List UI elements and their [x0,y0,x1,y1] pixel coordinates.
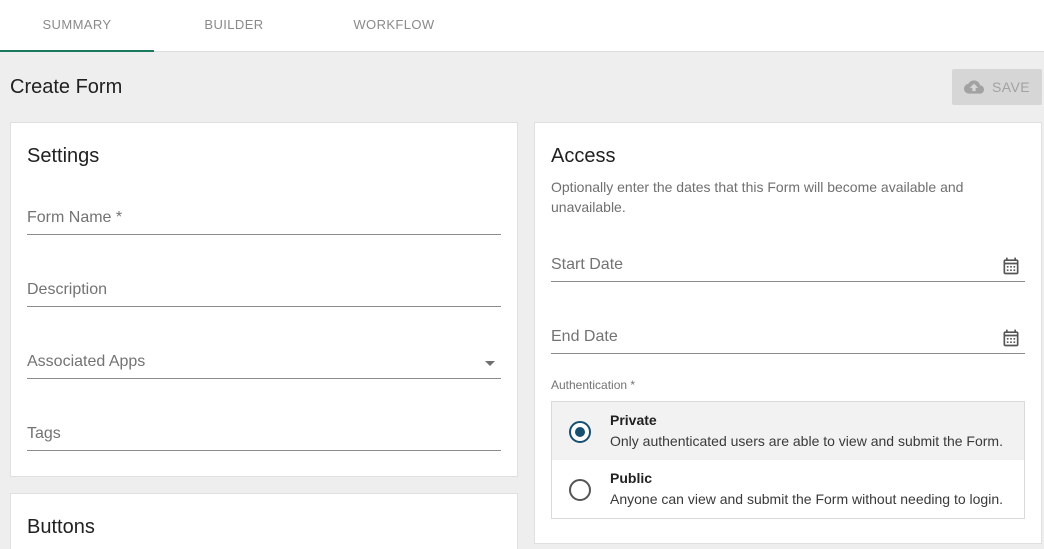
dropdown-arrow-icon[interactable] [485,361,495,366]
access-help-text: Optionally enter the dates that this For… [551,179,964,215]
buttons-title: Buttons [27,516,95,538]
tab-summary[interactable]: SUMMARY [0,0,154,52]
public-option-title: Public [610,470,653,486]
settings-card: Settings Form Name * Description Associa… [10,122,518,477]
save-button[interactable]: SAVE [952,69,1042,105]
tab-workflow[interactable]: WORKFLOW [317,0,471,52]
calendar-icon[interactable] [1001,328,1021,348]
authentication-radio-group: Private Only authenticated users are abl… [551,401,1025,519]
settings-title: Settings [27,145,100,167]
tags-field[interactable]: Tags [27,417,501,451]
radio-button-private[interactable] [569,421,591,443]
access-title: Access [551,145,616,167]
form-name-field[interactable]: Form Name * [27,201,501,235]
cloud-upload-icon [964,80,985,94]
associated-apps-select[interactable]: Associated Apps [27,345,501,379]
associated-apps-label: Associated Apps [27,353,146,370]
save-button-label: SAVE [992,79,1030,95]
authentication-label: Authentication * [551,378,636,392]
radio-option-public[interactable]: Public Anyone can view and submit the Fo… [552,460,1024,518]
tab-bar: SUMMARY BUILDER WORKFLOW [0,0,1044,52]
buttons-card: Buttons [10,493,518,549]
public-option-description: Anyone can view and submit the Form with… [610,491,1004,507]
tags-label: Tags [27,425,61,442]
form-name-label: Form Name * [27,209,123,226]
start-date-field[interactable]: Start Date [551,248,1025,282]
radio-dot [575,427,585,437]
private-option-title: Private [610,412,657,428]
tab-builder[interactable]: BUILDER [157,0,311,52]
description-label: Description [27,281,108,298]
active-tab-indicator [0,50,154,52]
radio-button-public[interactable] [569,479,591,501]
end-date-field[interactable]: End Date [551,320,1025,354]
end-date-label: End Date [551,328,618,345]
private-option-description: Only authenticated users are able to vie… [610,433,1003,449]
description-field[interactable]: Description [27,273,501,307]
start-date-label: Start Date [551,256,624,273]
radio-option-private[interactable]: Private Only authenticated users are abl… [552,402,1024,460]
calendar-icon[interactable] [1001,256,1021,276]
access-card: Access Optionally enter the dates that t… [534,122,1042,544]
page-title: Create Form [10,76,123,98]
